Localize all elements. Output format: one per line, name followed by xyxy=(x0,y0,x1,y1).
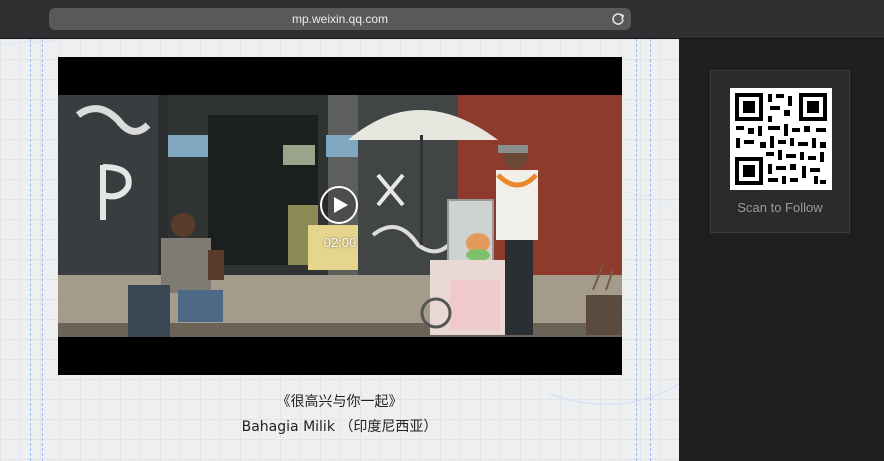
play-icon xyxy=(334,197,348,213)
qr-follow-card[interactable]: Scan to Follow xyxy=(710,70,850,233)
play-button[interactable] xyxy=(320,186,358,224)
right-sidebar: Scan to Follow xyxy=(680,39,884,461)
video-duration: 02:00 xyxy=(323,235,357,250)
address-bar[interactable]: mp.weixin.qq.com xyxy=(49,8,631,30)
reload-icon[interactable] xyxy=(610,11,626,27)
url-text[interactable]: mp.weixin.qq.com xyxy=(49,8,631,30)
browser-toolbar: mp.weixin.qq.com xyxy=(0,0,884,39)
video-player[interactable]: 02:00 xyxy=(58,57,622,375)
qr-label: Scan to Follow xyxy=(737,200,823,215)
video-subtitle: Bahagia Milik （印度尼西亚） xyxy=(241,419,438,435)
video-title: 《很高兴与你一起》 xyxy=(276,394,403,410)
qr-code xyxy=(730,88,832,190)
article-page: 02:00 《很高兴与你一起》 Bahagia Milik （印度尼西亚） xyxy=(0,39,679,461)
